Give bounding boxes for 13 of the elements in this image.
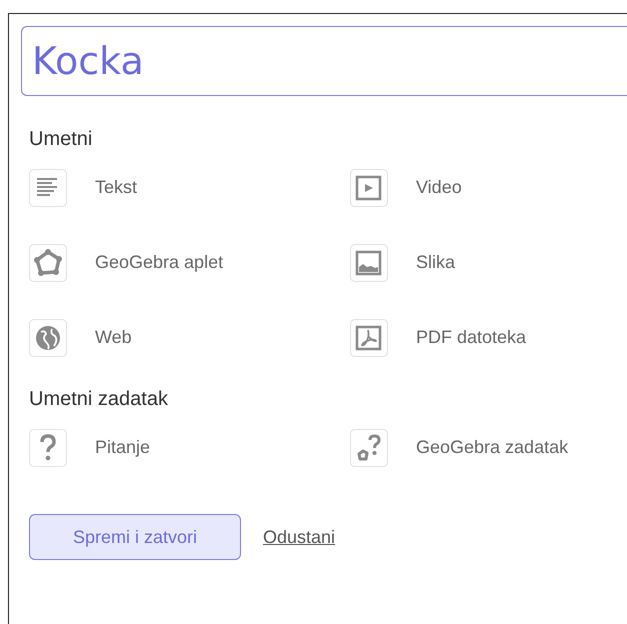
cancel-link[interactable]: Odustani [263, 526, 336, 548]
insert-option[interactable]: Pitanje [29, 429, 350, 466]
insert-option[interactable]: PDF datoteka [350, 319, 610, 356]
title-field[interactable]: Kocka [21, 26, 627, 96]
insert-option[interactable]: Tekst [29, 169, 350, 206]
save-button[interactable]: Spremi i zatvori [29, 514, 241, 560]
insert-option[interactable]: GeoGebra aplet [29, 244, 350, 281]
section-heading: Umetni [29, 128, 94, 151]
insert-option[interactable]: Slika [350, 244, 610, 281]
insert-option[interactable]: Web [29, 319, 350, 356]
insert-option[interactable]: GeoGebra zadatak [350, 429, 610, 466]
section-heading: Umetni zadatak [29, 388, 169, 411]
insert-option[interactable]: Video [350, 169, 610, 206]
